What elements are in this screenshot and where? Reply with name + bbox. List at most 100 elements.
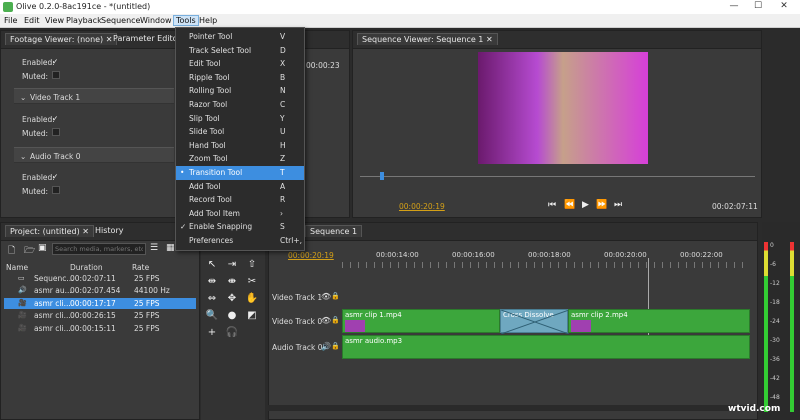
- lock-icon[interactable]: 🔒: [331, 292, 340, 300]
- zoom-tool-icon[interactable]: 🔍: [205, 309, 219, 323]
- slide-tool-icon[interactable]: ✥: [225, 292, 239, 306]
- menu-help[interactable]: Help: [199, 16, 217, 25]
- viewer-scrub-bar[interactable]: [360, 176, 755, 177]
- lock-icon[interactable]: 🔒: [331, 316, 340, 324]
- transition-cross-dissolve[interactable]: Cross Dissolve: [500, 309, 569, 334]
- viewer-playhead[interactable]: [380, 172, 384, 180]
- col-header-duration[interactable]: Duration: [70, 263, 103, 272]
- list-item[interactable]: 🎥 asmr cli... 00:00:15:11 25 FPS: [4, 323, 196, 334]
- tab-footage-viewer[interactable]: Footage Viewer: (none) ✕: [5, 33, 118, 45]
- ruler-ticks: [342, 262, 750, 268]
- menu-item-razor-tool[interactable]: Razor Tool C: [176, 98, 304, 112]
- viewer-current-time[interactable]: 00:00:20:19: [399, 202, 445, 211]
- track-label-video-1: Video Track 1: [272, 293, 323, 302]
- menu-item-record-tool[interactable]: Record Tool R: [176, 193, 304, 207]
- menu-edit[interactable]: Edit: [24, 16, 40, 25]
- menu-item-preferences[interactable]: Preferences Ctrl+,: [176, 234, 304, 248]
- tab-project[interactable]: Project: (untitled) ✕: [5, 225, 94, 237]
- enabled-check-icon-3[interactable]: ✓: [52, 172, 58, 181]
- lock-icon[interactable]: 🔒: [331, 342, 340, 350]
- menu-item-label: Hand Tool: [189, 140, 226, 150]
- pointer-tool-icon[interactable]: ↖: [205, 258, 219, 272]
- menu-item-slide-tool[interactable]: Slide Tool U: [176, 125, 304, 139]
- tab-sequence-1[interactable]: Sequence 1: [305, 225, 363, 237]
- slip-tool-icon[interactable]: ⇔: [205, 292, 219, 306]
- enabled-check-icon-2[interactable]: ✓: [52, 114, 58, 123]
- clip-asmr-1[interactable]: asmr clip 1.mp4: [342, 309, 500, 333]
- menu-window[interactable]: Window: [140, 16, 172, 25]
- menu-item-edit-tool[interactable]: Edit Tool X: [176, 57, 304, 71]
- menu-bar: File Edit View Playback Sequence Window …: [0, 14, 800, 28]
- list-item[interactable]: 🔊 asmr au... 00:02:07.454 44100 Hz: [4, 285, 196, 296]
- add-tool-icon[interactable]: +: [205, 326, 219, 340]
- ripple-tool-icon[interactable]: ⇹: [205, 275, 219, 289]
- video-preview[interactable]: [478, 52, 648, 164]
- fast-forward-icon[interactable]: ⏩: [596, 200, 607, 210]
- menu-item-transition-tool[interactable]: • Transition Tool T: [176, 166, 304, 180]
- edit-tool-icon[interactable]: ⇧: [245, 258, 259, 272]
- menu-item-track-select-tool[interactable]: Track Select Tool D: [176, 44, 304, 58]
- list-item[interactable]: 🎥 asmr cli... 00:00:26:15 25 FPS: [4, 310, 196, 321]
- list-view-icon[interactable]: ☰: [150, 243, 158, 253]
- muted-checkbox[interactable]: [52, 71, 60, 79]
- speaker-icon[interactable]: 🔊: [321, 342, 331, 351]
- menu-item-add-tool[interactable]: Add Tool A: [176, 180, 304, 194]
- close-icon[interactable]: ✕: [82, 227, 89, 236]
- menu-file[interactable]: File: [4, 16, 17, 25]
- menu-sequence[interactable]: Sequence: [101, 16, 140, 25]
- track-select-icon[interactable]: ⇥: [225, 258, 239, 272]
- clip-asmr-audio[interactable]: asmr audio.mp3: [342, 335, 750, 359]
- hand-tool-icon[interactable]: ✋: [245, 292, 259, 306]
- menu-item-enable-snapping[interactable]: ✓ Enable Snapping S: [176, 220, 304, 234]
- eye-icon[interactable]: 👁: [321, 292, 331, 301]
- play-icon[interactable]: ▶: [582, 200, 589, 210]
- transition-tool-icon[interactable]: ◩: [245, 309, 259, 323]
- menu-item-hand-tool[interactable]: Hand Tool H: [176, 139, 304, 153]
- close-icon[interactable]: ✕: [106, 35, 113, 44]
- col-header-rate[interactable]: Rate: [132, 263, 149, 272]
- maximize-button[interactable]: ☐: [746, 1, 770, 13]
- new-file-icon[interactable]: 🗋: [8, 243, 15, 259]
- menu-tools[interactable]: Tools: [173, 15, 199, 26]
- menu-item-add-tool-item[interactable]: Add Tool Item ›: [176, 207, 304, 221]
- list-item-name: asmr cli...: [34, 323, 71, 333]
- menu-item-rolling-tool[interactable]: Rolling Tool N: [176, 84, 304, 98]
- minimize-button[interactable]: —: [722, 1, 746, 13]
- audio-track-label: Audio Track 0: [30, 152, 81, 161]
- col-header-name[interactable]: Name: [6, 263, 28, 272]
- close-button[interactable]: ✕: [772, 1, 796, 13]
- menu-item-ripple-tool[interactable]: Ripple Tool B: [176, 71, 304, 85]
- menu-playback[interactable]: Playback: [66, 16, 102, 25]
- enabled-check-icon[interactable]: ✓: [52, 57, 58, 66]
- razor-tool-icon[interactable]: ✂: [245, 275, 259, 289]
- list-item-rate: 25 FPS: [134, 311, 160, 321]
- go-to-start-icon[interactable]: ⏮: [548, 200, 556, 210]
- eye-icon[interactable]: 👁: [321, 316, 331, 325]
- record-tool-icon[interactable]: ●: [225, 309, 239, 323]
- rewind-icon[interactable]: ⏪: [564, 200, 575, 210]
- tab-sequence-viewer[interactable]: Sequence Viewer: Sequence 1 ✕: [357, 33, 498, 45]
- menu-item-zoom-tool[interactable]: Zoom Tool Z: [176, 152, 304, 166]
- go-to-end-icon[interactable]: ⏭: [614, 200, 622, 210]
- close-icon[interactable]: ✕: [486, 35, 493, 44]
- timeline-scrollbar[interactable]: [268, 405, 758, 411]
- audio-tool-icon[interactable]: 🎧: [225, 326, 239, 340]
- list-item[interactable]: 🎥 asmr cli... 00:00:17:17 25 FPS: [4, 297, 196, 309]
- project-search-input[interactable]: [52, 243, 146, 255]
- grid-view-icon[interactable]: ▦: [166, 243, 175, 253]
- tab-parameter-editor[interactable]: Parameter Editor: [113, 34, 181, 43]
- save-icon[interactable]: ▣: [38, 243, 47, 253]
- timeline-current-time[interactable]: 00:00:20:19: [288, 251, 334, 260]
- open-folder-icon[interactable]: 🗁: [24, 243, 35, 259]
- rolling-tool-icon[interactable]: ⇼: [225, 275, 239, 289]
- clip-asmr-2[interactable]: asmr clip 2.mp4: [568, 309, 750, 333]
- list-item[interactable]: ▭ Sequenc... 00:02:07:11 25 FPS: [4, 273, 196, 284]
- menu-view[interactable]: View: [45, 16, 64, 25]
- tab-history[interactable]: History: [95, 226, 123, 235]
- list-item-duration: 00:00:26:15: [70, 311, 116, 321]
- muted-checkbox-2[interactable]: [52, 128, 60, 136]
- enabled-label-3: Enabled:: [22, 173, 55, 182]
- menu-item-slip-tool[interactable]: Slip Tool Y: [176, 112, 304, 126]
- menu-item-pointer-tool[interactable]: Pointer Tool V: [176, 30, 304, 44]
- muted-checkbox-3[interactable]: [52, 186, 60, 194]
